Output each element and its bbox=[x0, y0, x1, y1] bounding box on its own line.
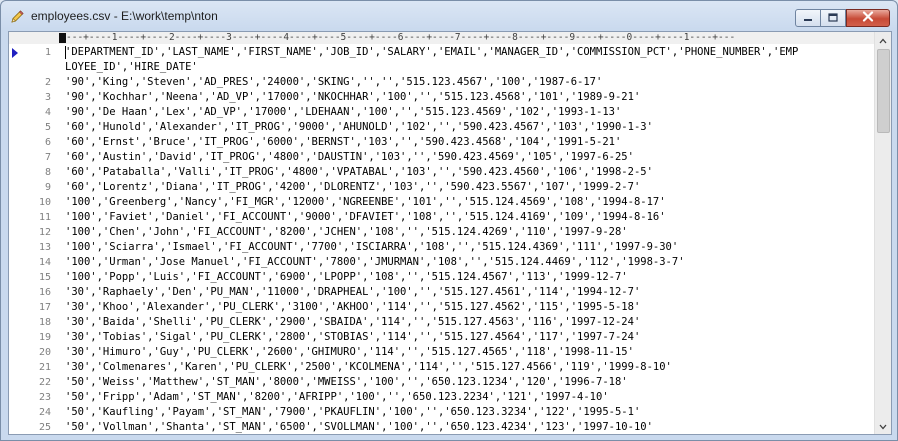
line-number: 15 bbox=[38, 272, 51, 283]
text-line[interactable]: '90','De Haan','Lex','AD_VP','17000','LD… bbox=[65, 105, 621, 120]
line-number: 25 bbox=[38, 422, 51, 433]
line-number: 16 bbox=[38, 287, 51, 298]
line-number: 24 bbox=[38, 407, 51, 418]
ruler-corner bbox=[9, 32, 59, 44]
close-icon bbox=[862, 9, 874, 27]
editor-window: employees.csv - E:\work\temp\nton ---+--… bbox=[0, 0, 898, 441]
line-number: 17 bbox=[38, 302, 51, 313]
line-number: 8 bbox=[44, 167, 51, 178]
line-number: 22 bbox=[38, 377, 51, 388]
line-number: 9 bbox=[44, 182, 51, 193]
text-line[interactable]: '50','Kaufling','Payam','ST_MAN','7900',… bbox=[65, 405, 640, 420]
text-line[interactable]: '50','Fripp','Adam','ST_MAN','8200','AFR… bbox=[65, 390, 609, 405]
line-number: 4 bbox=[44, 107, 51, 118]
line-number: 3 bbox=[44, 92, 51, 103]
text-line[interactable]: '100','Urman','Jose Manuel','FI_ACCOUNT'… bbox=[65, 255, 685, 270]
minimize-icon bbox=[803, 9, 813, 27]
line-number: 20 bbox=[38, 347, 51, 358]
text-line[interactable]: '30','Colmenares','Karen','PU_CLERK','25… bbox=[65, 360, 672, 375]
text-line[interactable]: '60','Pataballa','Valli','IT_PROG','4800… bbox=[65, 165, 653, 180]
line-number bbox=[21, 60, 51, 75]
notepad-pencil-icon[interactable] bbox=[9, 9, 25, 25]
text-line[interactable]: '90','Kochhar','Neena','AD_VP','17000','… bbox=[65, 90, 640, 105]
text-line[interactable]: LOYEE_ID','HIRE_DATE' bbox=[65, 60, 198, 75]
minimize-button[interactable] bbox=[795, 9, 821, 27]
vertical-scrollbar[interactable] bbox=[874, 32, 891, 434]
line-number: 19 bbox=[38, 332, 51, 343]
arrow-down-icon bbox=[879, 417, 887, 434]
text-line[interactable]: '60','Lorentz','Diana','IT_PROG','4200',… bbox=[65, 180, 640, 195]
line-number: 11 bbox=[38, 212, 51, 223]
line-number: 2 bbox=[44, 77, 51, 88]
window-controls bbox=[795, 9, 890, 28]
title-bar[interactable]: employees.csv - E:\work\temp\nton bbox=[1, 1, 897, 31]
window-title: employees.csv - E:\work\temp\nton bbox=[31, 9, 218, 23]
scroll-down-button[interactable] bbox=[875, 418, 891, 434]
line-number: 1 bbox=[44, 47, 51, 58]
text-line[interactable]: '30','Baida','Shelli','PU_CLERK','2900',… bbox=[65, 315, 640, 330]
text-line[interactable]: '30','Raphaely','Den','PU_MAN','11000','… bbox=[65, 285, 640, 300]
text-line[interactable]: '30','Tobias','Sigal','PU_CLERK','2800',… bbox=[65, 330, 640, 345]
maximize-button[interactable] bbox=[821, 9, 846, 27]
text-line[interactable]: '100','Greenberg','Nancy','FI_MGR','1200… bbox=[65, 195, 666, 210]
line-number: 5 bbox=[44, 122, 51, 133]
scrollbar-thumb[interactable] bbox=[877, 49, 890, 133]
text-line[interactable]: '30','Khoo','Alexander','PU_CLERK','3100… bbox=[65, 300, 640, 315]
text-editor[interactable]: 'DEPARTMENT_ID','LAST_NAME','FIRST_NAME'… bbox=[59, 44, 874, 434]
text-line[interactable]: '50','Vollman','Shanta','ST_MAN','6500',… bbox=[65, 420, 653, 434]
text-line[interactable]: 'DEPARTMENT_ID','LAST_NAME','FIRST_NAME'… bbox=[65, 45, 798, 60]
text-line[interactable]: '90','King','Steven','AD_PRES','24000','… bbox=[65, 75, 602, 90]
line-number: 13 bbox=[38, 242, 51, 253]
text-line[interactable]: '50','Weiss','Matthew','ST_MAN','8000','… bbox=[65, 375, 628, 390]
line-number-gutter: 1 2 3 4 5 6 7 8 9 10 11 12 13 14 15 16 17 18 19 20 21 22 23 24 2… bbox=[9, 44, 59, 434]
text-line[interactable]: '100','Faviet','Daniel','FI_ACCOUNT','90… bbox=[65, 210, 666, 225]
arrow-up-icon bbox=[879, 32, 887, 49]
line-number: 14 bbox=[38, 257, 51, 268]
text-caret bbox=[65, 46, 66, 59]
ruler-text: ---+----1----+----2----+----3----+----4-… bbox=[66, 32, 736, 43]
line-number: 12 bbox=[38, 227, 51, 238]
column-ruler: ---+----1----+----2----+----3----+----4-… bbox=[59, 32, 874, 44]
text-line[interactable]: '60','Austin','David','IT_PROG','4800','… bbox=[65, 150, 634, 165]
text-line[interactable]: '100','Popp','Luis','FI_ACCOUNT','6900',… bbox=[65, 270, 628, 285]
text-line[interactable]: '100','Chen','John','FI_ACCOUNT','8200',… bbox=[65, 225, 628, 240]
ruler-cursor-mark bbox=[59, 33, 66, 43]
close-button[interactable] bbox=[846, 9, 890, 27]
text-line[interactable]: '60','Hunold','Alexander','IT_PROG','900… bbox=[65, 120, 653, 135]
line-number: 6 bbox=[44, 137, 51, 148]
line-number: 21 bbox=[38, 362, 51, 373]
editor-client: ---+----1----+----2----+----3----+----4-… bbox=[8, 31, 892, 435]
line-number: 18 bbox=[38, 317, 51, 328]
text-line[interactable]: '30','Himuro','Guy','PU_CLERK','2600','G… bbox=[65, 345, 634, 360]
current-line-arrow-icon bbox=[12, 48, 18, 58]
line-number: 10 bbox=[38, 197, 51, 208]
line-number: 7 bbox=[44, 152, 51, 163]
text-line[interactable]: '60','Ernst','Bruce','IT_PROG','6000','B… bbox=[65, 135, 621, 150]
maximize-icon bbox=[828, 9, 838, 27]
scroll-up-button[interactable] bbox=[875, 32, 891, 48]
text-line[interactable]: '100','Sciarra','Ismael','FI_ACCOUNT','7… bbox=[65, 240, 678, 255]
line-number: 23 bbox=[38, 392, 51, 403]
